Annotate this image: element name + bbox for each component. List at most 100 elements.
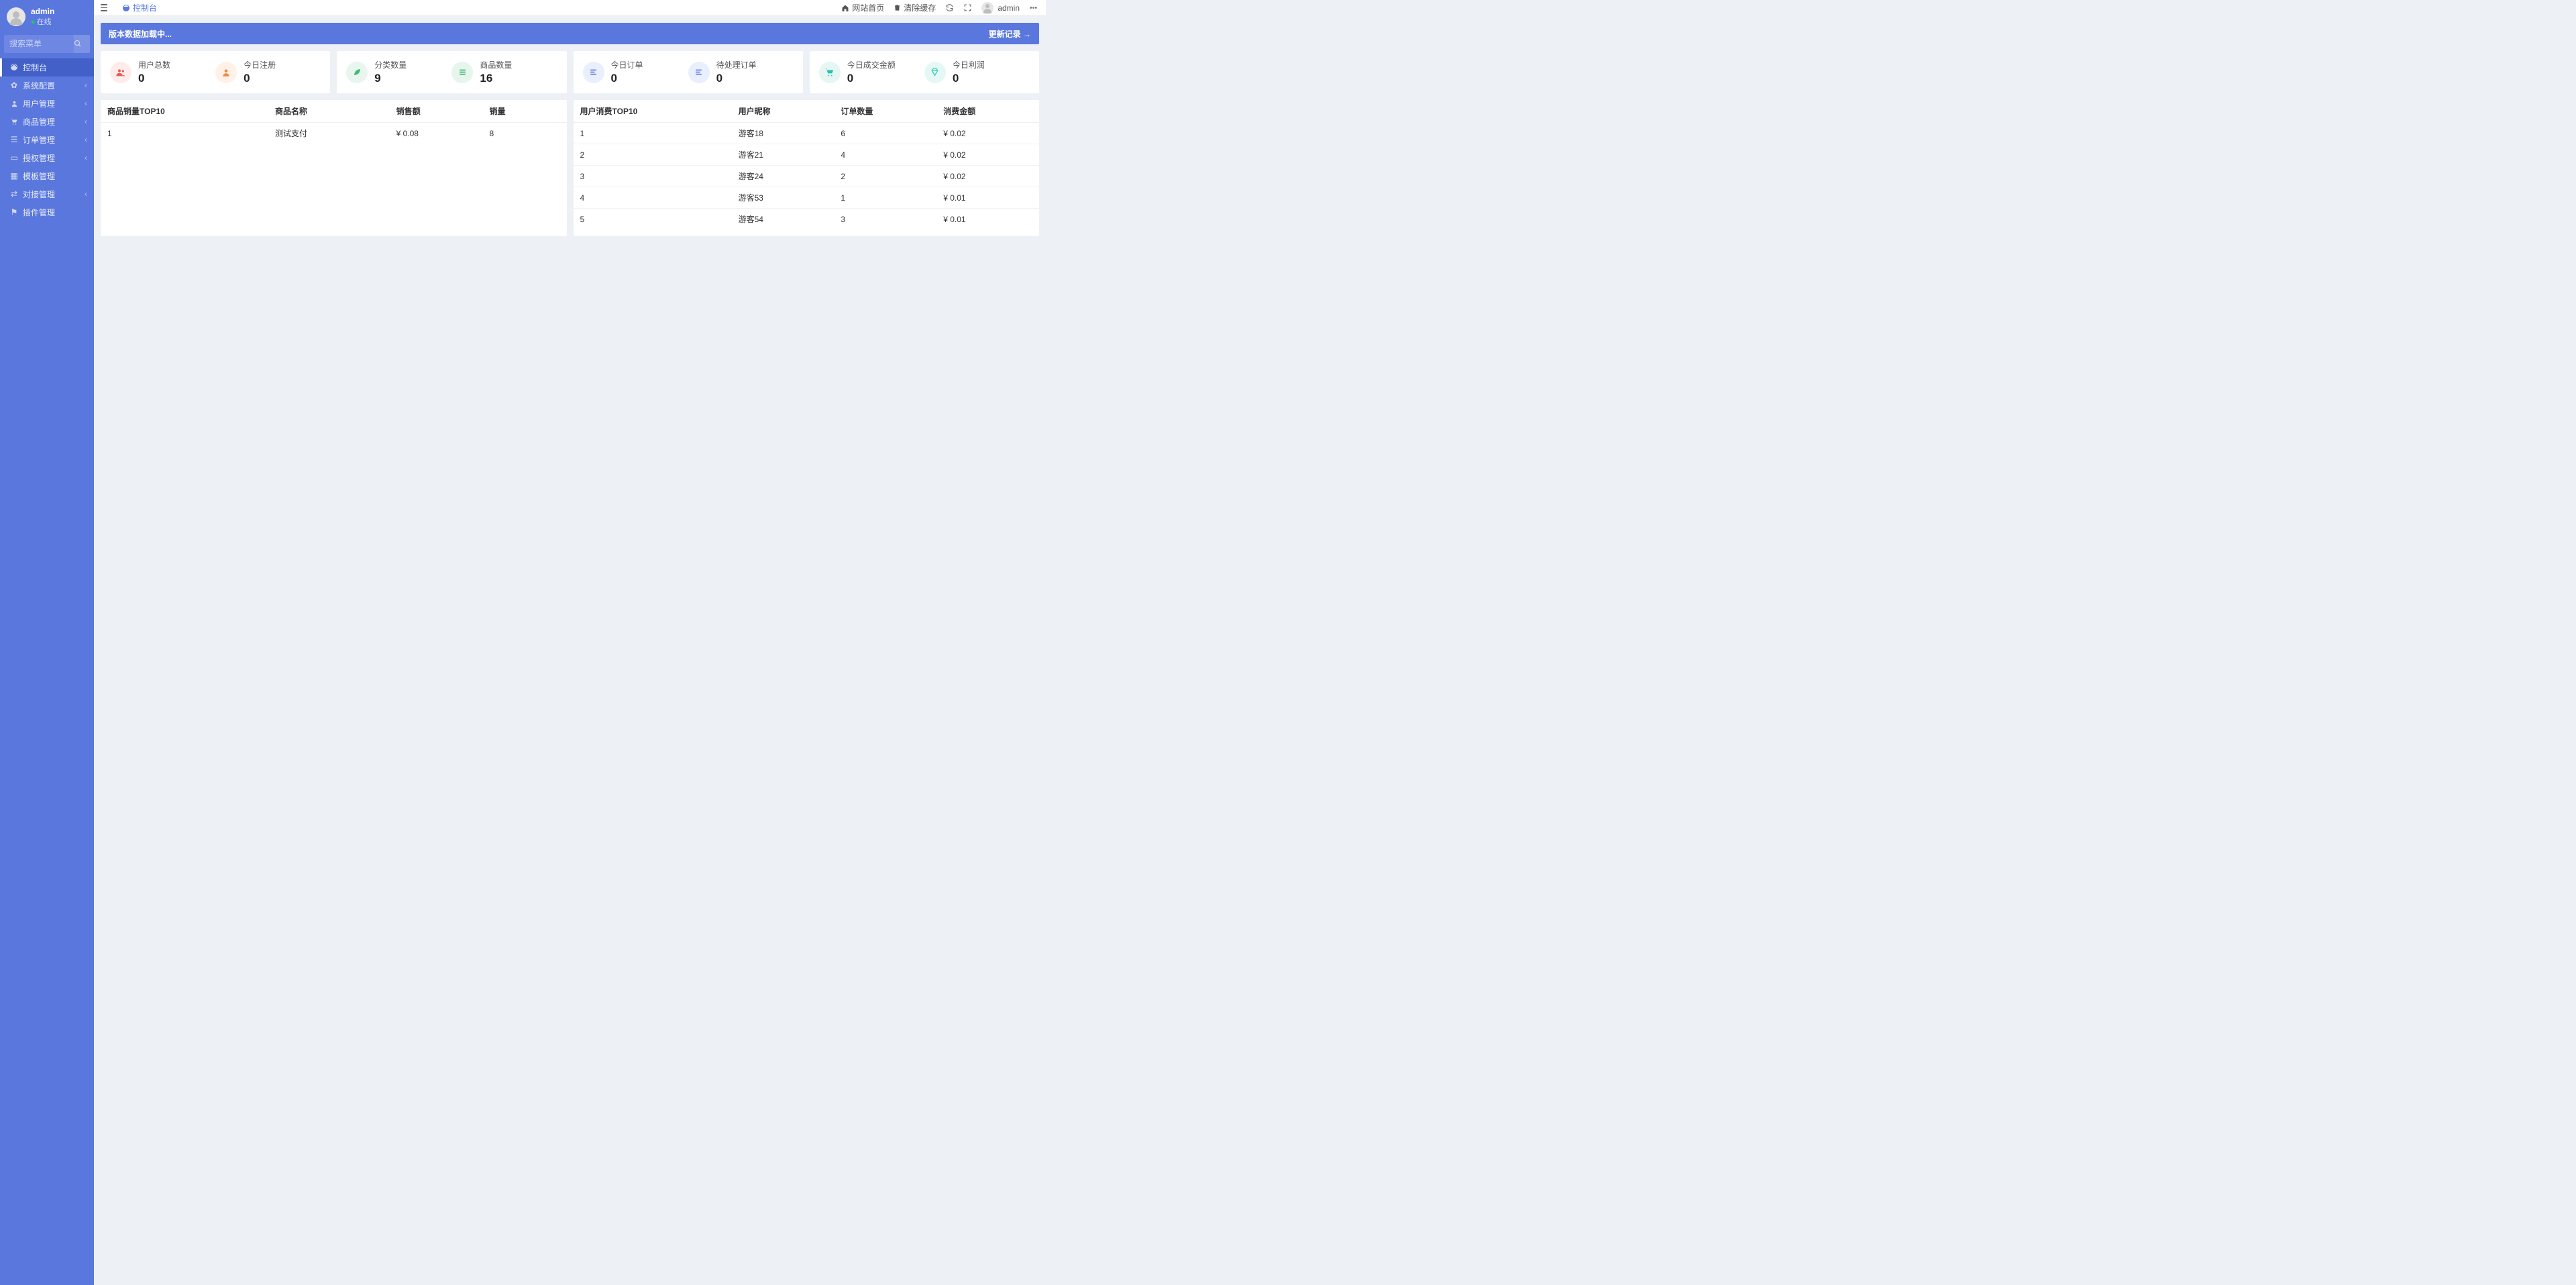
chevron-left-icon: ‹ (85, 189, 87, 199)
home-link[interactable]: 网站首页 (841, 2, 884, 13)
table-users: 用户消费TOP10 用户昵称 订单数量 消费金额 1游客186¥ 0.022游客… (574, 100, 1040, 236)
nav-item-integration[interactable]: ⇄ 对接管理 ‹ (0, 185, 94, 203)
nav-label: 订单管理 (23, 134, 55, 146)
cell-orders: 6 (834, 123, 936, 144)
stat-pending-orders: 待处理订单 0 (688, 59, 794, 85)
stat-card-products: 分类数量 9 商品数量 16 (337, 51, 566, 93)
nav-item-users[interactable]: 用户管理 ‹ (0, 95, 94, 113)
stat-category-count: 分类数量 9 (346, 59, 451, 85)
cell-rank: 4 (574, 187, 732, 209)
nav-item-license[interactable]: ▭ 授权管理 ‹ (0, 149, 94, 167)
stat-today-profit: 今日利润 0 (924, 59, 1030, 85)
stat-today-register: 今日注册 0 (215, 59, 321, 85)
cell-rank: 1 (574, 123, 732, 144)
chevron-left-icon: ‹ (85, 117, 87, 126)
cell-orders: 2 (834, 166, 936, 187)
chevron-left-icon: ‹ (85, 99, 87, 108)
nav-label: 模板管理 (23, 170, 55, 182)
users-icon (110, 62, 131, 83)
stat-card-revenue: 今日成交金额 0 今日利润 0 (810, 51, 1039, 93)
list-icon: ☰ (9, 135, 19, 144)
tab-label: 控制台 (133, 2, 157, 13)
trash-icon (894, 4, 901, 11)
avatar (7, 7, 25, 26)
more-button[interactable] (1029, 3, 1038, 12)
stat-label: 今日成交金额 (847, 59, 896, 70)
stat-label: 今日利润 (953, 59, 985, 70)
stat-today-orders: 今日订单 0 (583, 59, 688, 85)
sidebar-user[interactable]: admin ●在线 (0, 0, 94, 32)
banner-text: 版本数据加载中... (109, 28, 172, 40)
nav-item-plugins[interactable]: ⚑ 插件管理 (0, 203, 94, 221)
nav-item-dashboard[interactable]: 控制台 (0, 58, 94, 76)
plugin-icon: ⚑ (9, 207, 19, 217)
nav-label: 系统配置 (23, 80, 55, 91)
cell-amount: ¥ 0.08 (390, 123, 483, 144)
stat-label: 商品数量 (480, 59, 512, 70)
nav-label: 对接管理 (23, 189, 55, 200)
nav-item-orders[interactable]: ☰ 订单管理 ‹ (0, 131, 94, 149)
integration-icon: ⇄ (9, 189, 19, 199)
table-header-row: 用户消费TOP10 用户昵称 订单数量 消费金额 (574, 100, 1040, 123)
topbar-left: 控制台 (98, 0, 162, 16)
cell-rank: 2 (574, 144, 732, 166)
cell-spend: ¥ 0.01 (936, 187, 1039, 209)
user-menu[interactable]: admin (981, 2, 1020, 14)
version-banner: 版本数据加载中... 更新记录 → (101, 23, 1039, 44)
sidebar-username: admin (31, 7, 54, 17)
cell-nick: 游客21 (732, 144, 835, 166)
lines-icon (583, 62, 604, 83)
table-title: 用户消费TOP10 (574, 100, 732, 123)
stat-value: 0 (847, 72, 896, 85)
cell-orders: 1 (834, 187, 936, 209)
avatar (981, 2, 994, 14)
cell-rank: 1 (101, 123, 268, 144)
cell-spend: ¥ 0.02 (936, 166, 1039, 187)
stat-today-turnover: 今日成交金额 0 (819, 59, 924, 85)
leaf-icon (346, 62, 368, 83)
nav-label: 控制台 (23, 62, 47, 73)
cell-spend: ¥ 0.02 (936, 123, 1039, 144)
user-label: admin (998, 3, 1020, 13)
template-icon: ▦ (9, 171, 19, 181)
topbar: 控制台 网站首页 清除缓存 admin (94, 0, 1046, 16)
stat-label: 今日订单 (611, 59, 643, 70)
refresh-button[interactable] (945, 3, 954, 12)
home-link-label: 网站首页 (852, 2, 884, 13)
tab-dashboard[interactable]: 控制台 (117, 0, 162, 16)
search-button[interactable] (74, 35, 90, 53)
hamburger-button[interactable] (98, 2, 110, 14)
col-spend: 消费金额 (936, 100, 1039, 123)
stat-card-users: 用户总数 0 今日注册 0 (101, 51, 330, 93)
stat-value: 16 (480, 72, 512, 85)
stat-value: 0 (244, 72, 276, 85)
card-icon: ▭ (9, 153, 19, 162)
chevron-left-icon: ‹ (85, 135, 87, 144)
col-nick: 用户昵称 (732, 100, 835, 123)
gear-icon: ✿ (9, 81, 19, 90)
nav-label: 插件管理 (23, 207, 55, 218)
nav-item-system[interactable]: ✿ 系统配置 ‹ (0, 76, 94, 95)
fullscreen-button[interactable] (963, 3, 972, 12)
stat-label: 用户总数 (138, 59, 170, 70)
nav-list: 控制台 ✿ 系统配置 ‹ 用户管理 ‹ 商品管理 ‹ ☰ 订单管理 ‹ ▭ 授权… (0, 58, 94, 221)
sidebar-userinfo: admin ●在线 (31, 7, 54, 27)
stat-value: 0 (138, 72, 170, 85)
stat-card-orders: 今日订单 0 待处理订单 0 (574, 51, 803, 93)
home-icon (841, 4, 849, 12)
sidebar: admin ●在线 控制台 ✿ 系统配置 ‹ 用户管理 ‹ 商品管理 ‹ (0, 0, 94, 1285)
main: 控制台 网站首页 清除缓存 admin 版本数据加载中... 更新记录 → (94, 0, 1046, 525)
clear-cache-link[interactable]: 清除缓存 (894, 2, 936, 13)
changelog-link[interactable]: 更新记录 → (989, 28, 1031, 40)
search-icon (74, 40, 82, 48)
cart-icon (819, 62, 841, 83)
nav-item-templates[interactable]: ▦ 模板管理 (0, 167, 94, 185)
cart-icon (9, 117, 19, 125)
table-header-row: 商品销量TOP10 商品名称 销售额 销量 (101, 100, 567, 123)
cell-spend: ¥ 0.01 (936, 209, 1039, 230)
lines-icon (688, 62, 710, 83)
nav-label: 授权管理 (23, 152, 55, 164)
cell-rank: 3 (574, 166, 732, 187)
col-name: 商品名称 (268, 100, 390, 123)
nav-item-products[interactable]: 商品管理 ‹ (0, 113, 94, 131)
